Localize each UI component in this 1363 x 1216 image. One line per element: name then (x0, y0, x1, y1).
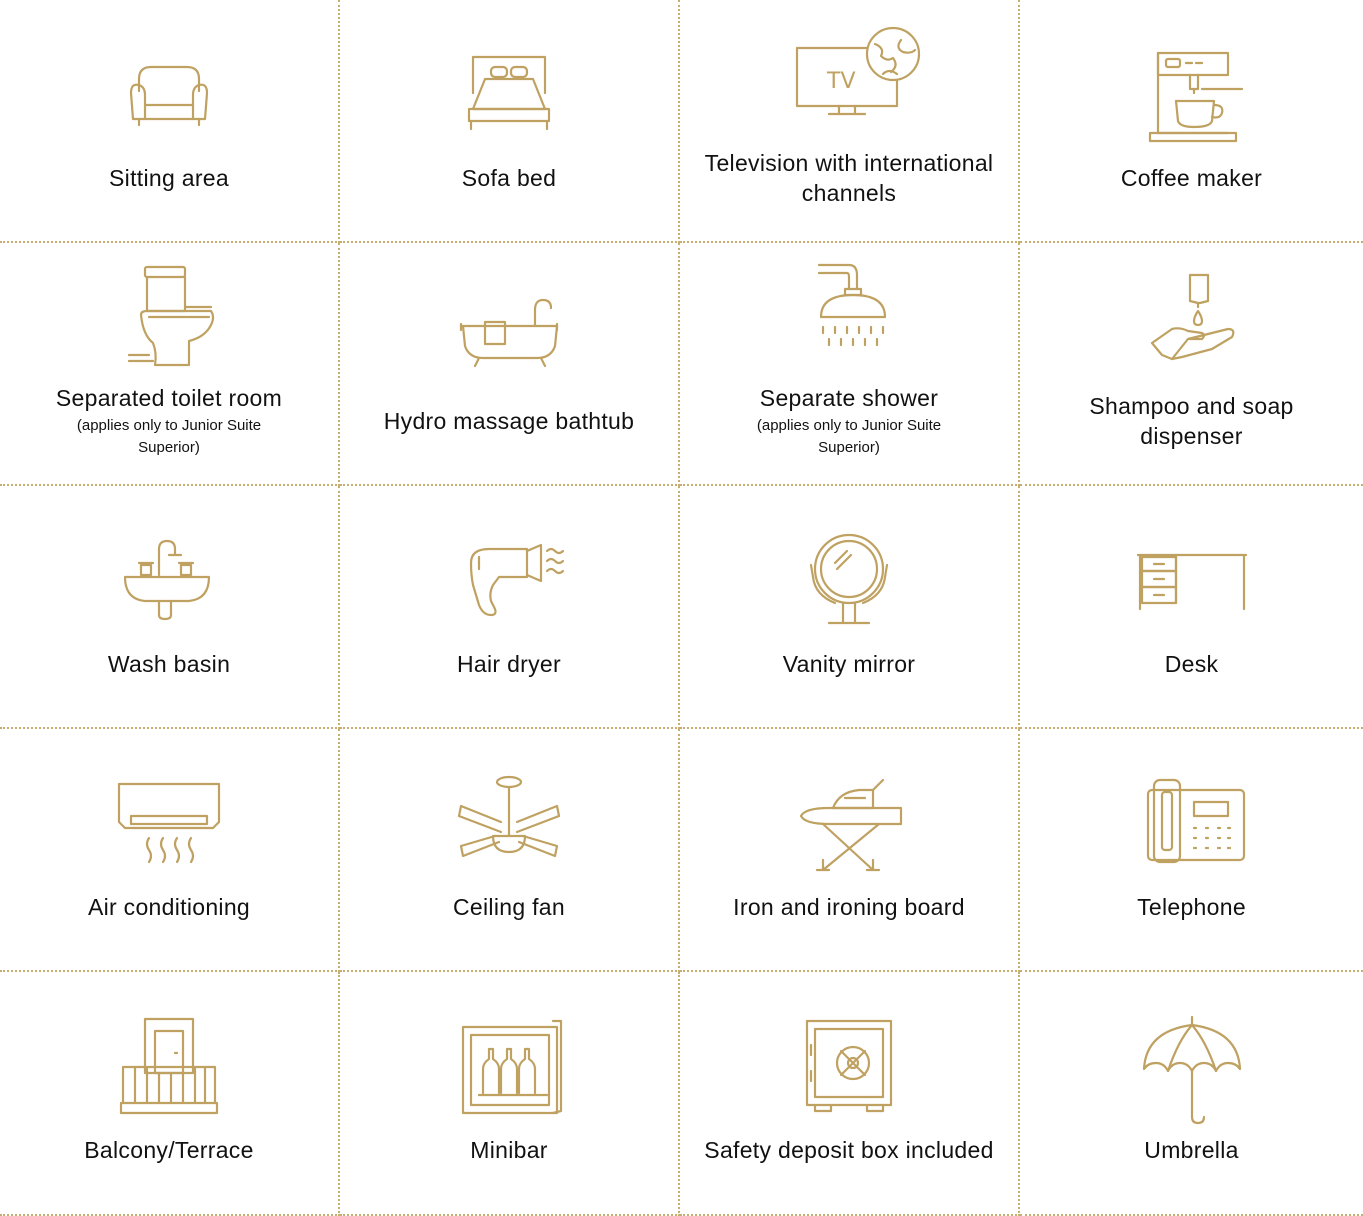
umbrella-icon (1127, 1015, 1257, 1125)
amenity-label: Wash basin (107, 650, 231, 677)
amenity-label: Separated toilet room (55, 384, 283, 411)
amenity-television: TV Television with international channel… (680, 0, 1020, 243)
amenity-desk: Desk (1020, 486, 1363, 729)
amenity-label: Separate shower (759, 384, 939, 411)
tv-text: TV (826, 69, 856, 94)
tv-globe-icon: TV (784, 26, 921, 134)
amenity-note: (applies only to Junior Suite Superior) (76, 416, 262, 456)
amenity-umbrella: Umbrella (1020, 972, 1363, 1216)
ceiling-fan-icon (444, 775, 574, 878)
bathtub-icon (444, 292, 574, 392)
amenity-label: Desk (1164, 650, 1219, 677)
sink-icon (104, 535, 234, 635)
amenity-hair-dryer: Hair dryer (340, 486, 680, 729)
amenity-bathtub: Hydro massage bathtub (340, 243, 680, 486)
iron-icon (784, 778, 914, 878)
amenity-iron: Iron and ironing board (680, 729, 1020, 972)
mirror-icon (784, 533, 914, 635)
amenity-label: Sitting area (109, 164, 229, 191)
amenity-label: Television with international channels (704, 149, 994, 206)
coffee-machine-icon (1127, 49, 1257, 149)
air-conditioner-icon (104, 778, 234, 878)
amenity-label: Umbrella (1144, 1137, 1239, 1163)
amenity-label: Hydro massage bathtub (383, 407, 635, 434)
amenity-label: Shampoo and soap dispenser (1089, 392, 1294, 449)
soap-dispenser-icon (1127, 273, 1257, 377)
telephone-icon (1127, 778, 1257, 878)
amenity-label: Air conditioning (87, 893, 251, 920)
amenity-telephone: Telephone (1020, 729, 1363, 972)
amenity-balcony: Balcony/Terrace (0, 972, 340, 1216)
amenity-toilet: Separated toilet room (applies only to J… (0, 243, 340, 486)
amenity-label: Safety deposit box included (704, 1137, 994, 1163)
amenity-label: Vanity mirror (782, 650, 916, 677)
amenity-sofa-bed: Sofa bed (340, 0, 680, 243)
amenity-label: Coffee maker (1120, 164, 1263, 191)
amenity-label: Minibar (470, 1137, 548, 1163)
amenities-grid: Sitting area Sofa bed TV Television with… (0, 0, 1363, 1216)
amenity-label: Ceiling fan (453, 893, 565, 920)
toilet-icon (104, 265, 234, 369)
amenity-soap-dispenser: Shampoo and soap dispenser (1020, 243, 1363, 486)
minibar-icon (444, 1019, 574, 1121)
shower-icon (784, 263, 914, 369)
amenity-safe: Safety deposit box included (680, 972, 1020, 1216)
amenity-wash-basin: Wash basin (0, 486, 340, 729)
amenity-vanity-mirror: Vanity mirror (680, 486, 1020, 729)
amenity-label: Balcony/Terrace (84, 1137, 254, 1163)
safe-icon (784, 1019, 914, 1121)
armchair-icon (104, 49, 234, 149)
amenity-shower: Separate shower (applies only to Junior … (680, 243, 1020, 486)
hair-dryer-icon (444, 535, 574, 635)
amenity-air-conditioning: Air conditioning (0, 729, 340, 972)
amenity-label: Iron and ironing board (733, 893, 965, 920)
desk-icon (1127, 535, 1257, 635)
amenity-coffee-maker: Coffee maker (1020, 0, 1363, 243)
amenity-label: Telephone (1137, 893, 1246, 920)
amenity-label: Hair dryer (457, 650, 561, 677)
bed-icon (444, 49, 574, 149)
balcony-icon (104, 1017, 234, 1121)
amenity-label: Sofa bed (461, 164, 557, 191)
amenity-ceiling-fan: Ceiling fan (340, 729, 680, 972)
amenity-minibar: Minibar (340, 972, 680, 1216)
amenity-note: (applies only to Junior Suite Superior) (756, 416, 942, 456)
amenity-sitting-area: Sitting area (0, 0, 340, 243)
